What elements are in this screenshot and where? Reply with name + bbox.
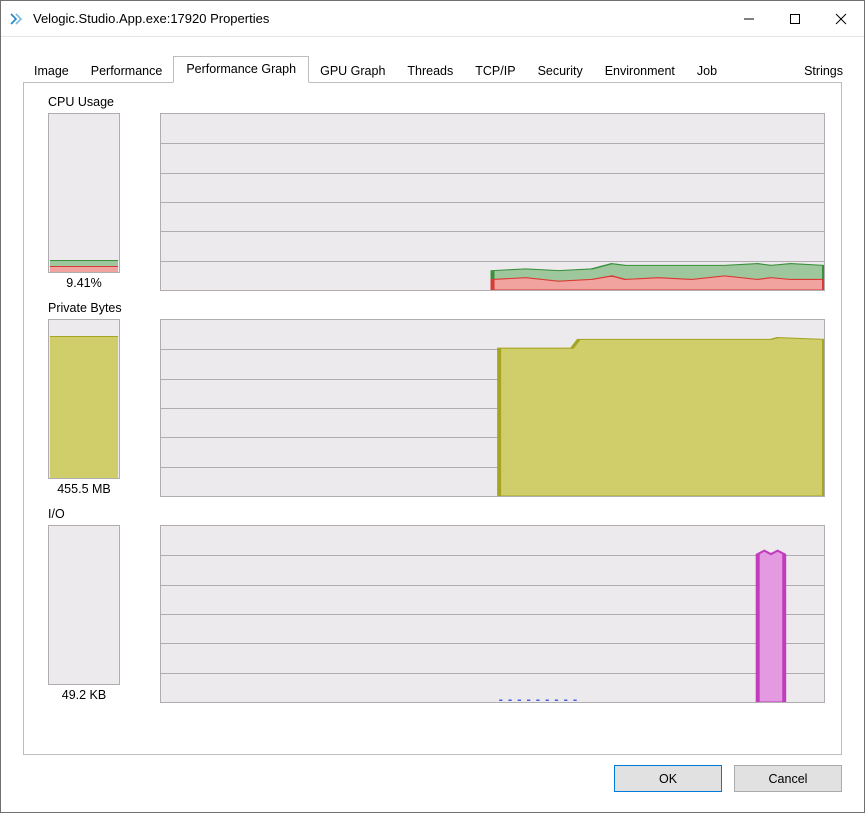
tab-performance-graph[interactable]: Performance Graph [173,56,309,83]
tab-security[interactable]: Security [527,59,594,83]
section-memory: Private Bytes 455.5 MB [48,301,825,497]
tab-gpu-graph[interactable]: GPU Graph [309,59,396,83]
dialog-buttons: OK Cancel [1,755,864,812]
cpu-history-graph [160,113,825,291]
cpu-mini-graph [48,113,120,273]
memory-history-graph [160,319,825,497]
tab-threads[interactable]: Threads [396,59,464,83]
tab-strings[interactable]: Strings [793,59,854,83]
cpu-title: CPU Usage [48,95,825,109]
close-button[interactable] [818,4,864,34]
tab-image[interactable]: Image [23,59,80,83]
io-value: 49.2 KB [62,688,106,702]
section-io: I/O 49.2 KB [48,507,825,703]
maximize-button[interactable] [772,4,818,34]
titlebar: Velogic.Studio.App.exe:17920 Properties [1,1,864,37]
io-history-graph [160,525,825,703]
tab-performance[interactable]: Performance [80,59,174,83]
cancel-button[interactable]: Cancel [734,765,842,792]
io-mini-graph [48,525,120,685]
tab-body: CPU Usage 9.41% [23,82,842,755]
window-title: Velogic.Studio.App.exe:17920 Properties [33,11,269,26]
ok-button[interactable]: OK [614,765,722,792]
tab-job[interactable]: Job [686,59,728,83]
app-icon [9,10,27,28]
io-title: I/O [48,507,825,521]
memory-mini-graph [48,319,120,479]
tab-environment[interactable]: Environment [594,59,686,83]
memory-value: 455.5 MB [57,482,111,496]
minimize-button[interactable] [726,4,772,34]
properties-window: Velogic.Studio.App.exe:17920 Properties … [0,0,865,813]
tab-tcpip[interactable]: TCP/IP [464,59,526,83]
section-cpu: CPU Usage 9.41% [48,95,825,291]
tabbar: Image Performance Performance Graph GPU … [1,37,864,82]
cpu-value: 9.41% [66,276,101,290]
memory-title: Private Bytes [48,301,825,315]
